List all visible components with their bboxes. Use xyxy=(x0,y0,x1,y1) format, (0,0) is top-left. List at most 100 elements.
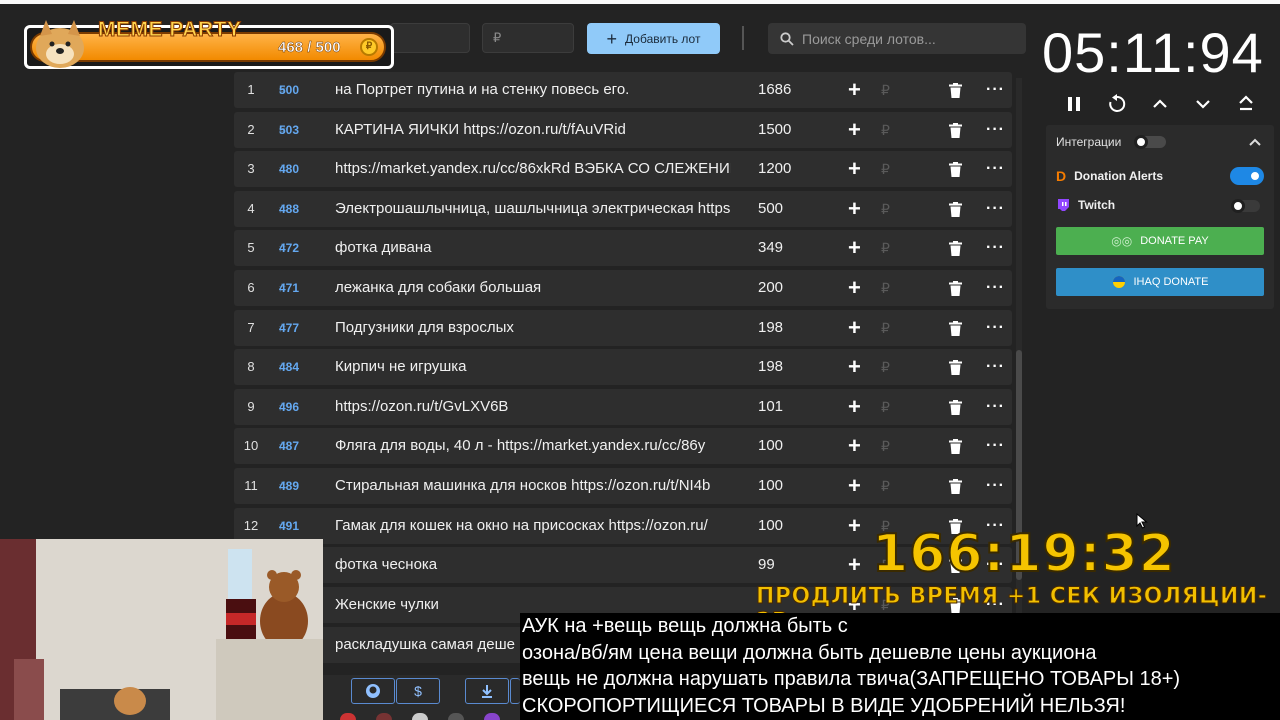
add-amount-button[interactable]: + xyxy=(848,428,861,464)
lot-amount: 198 xyxy=(758,358,784,375)
reset-button[interactable] xyxy=(1105,92,1129,116)
delete-button[interactable] xyxy=(949,360,962,380)
lot-name[interactable]: КАРТИНА ЯИЧКИ https://ozon.ru/t/fAuVRid xyxy=(335,112,731,148)
add-amount-button[interactable]: + xyxy=(848,112,861,148)
taskbar-icons xyxy=(340,713,520,720)
more-options-button[interactable]: ··· xyxy=(986,230,1005,266)
chevron-down-icon xyxy=(1196,100,1210,109)
lot-name[interactable]: Электрошашлычница, шашлычница электричес… xyxy=(335,191,731,227)
delete-button[interactable] xyxy=(949,400,962,420)
download-button[interactable] xyxy=(465,678,509,704)
lot-rank: 3 xyxy=(247,161,255,176)
toggle-knob xyxy=(1248,169,1262,183)
add-amount-button[interactable]: + xyxy=(848,191,861,227)
twitch-toggle[interactable] xyxy=(1231,199,1260,213)
lot-name[interactable]: на Портрет путина и на стенку повесь его… xyxy=(335,72,731,108)
add-amount-button[interactable]: + xyxy=(848,72,861,108)
lot-row: 3 #480 https://market.yandex.ru/cc/86xkR… xyxy=(234,151,1012,187)
search-input[interactable]: Поиск среди лотов... xyxy=(768,23,1026,54)
price-input[interactable]: ₽ xyxy=(482,23,574,53)
donate-link-button[interactable]: $ xyxy=(396,678,440,704)
add-amount-button[interactable]: + xyxy=(848,468,861,504)
more-options-button[interactable]: ··· xyxy=(986,310,1005,346)
add-amount-button[interactable]: + xyxy=(848,389,861,425)
meme-party-widget: MEME PARTY 468 / 500 ₽ xyxy=(24,18,396,72)
more-options-button[interactable]: ··· xyxy=(986,468,1005,504)
more-options-button[interactable]: ··· xyxy=(986,191,1005,227)
coin-icon: ₽ xyxy=(360,38,378,56)
integrations-toggle[interactable] xyxy=(1134,135,1166,149)
lot-name[interactable]: Подгузники для взрослых xyxy=(335,310,731,346)
add-amount-button[interactable]: + xyxy=(848,508,861,544)
add-amount-button[interactable]: + xyxy=(848,151,861,187)
decrease-time-button[interactable] xyxy=(1191,92,1215,116)
lot-name[interactable]: Гамак для кошек на окно на присосках htt… xyxy=(335,508,731,544)
amount-input[interactable]: ₽ xyxy=(881,428,890,464)
double-up-button[interactable] xyxy=(1234,92,1258,116)
delete-button[interactable] xyxy=(949,162,962,182)
lot-name[interactable]: https://ozon.ru/t/GvLXV6B xyxy=(335,389,731,425)
upload-button[interactable] xyxy=(510,678,520,704)
amount-input[interactable]: ₽ xyxy=(881,112,890,148)
collapse-icon[interactable] xyxy=(1249,138,1261,146)
increase-time-button[interactable] xyxy=(1148,92,1172,116)
ihaq-donate-button[interactable]: IHAQ DONATE xyxy=(1056,268,1264,296)
amount-input[interactable]: ₽ xyxy=(881,151,890,187)
trash-icon xyxy=(949,360,962,375)
delete-button[interactable] xyxy=(949,281,962,301)
lot-row: 9 #496 https://ozon.ru/t/GvLXV6B 101 + ₽… xyxy=(234,389,1012,425)
more-options-button[interactable]: ··· xyxy=(986,389,1005,425)
name-input[interactable] xyxy=(390,23,470,53)
integration-label: Twitch xyxy=(1078,198,1116,212)
amount-input[interactable]: ₽ xyxy=(881,468,890,504)
lot-row: 8 #484 Кирпич не игрушка 198 + ₽ ··· xyxy=(234,349,1012,385)
add-lot-button[interactable]: + Добавить лот xyxy=(587,23,720,54)
donation-alerts-toggle[interactable] xyxy=(1230,167,1264,185)
add-amount-button[interactable]: + xyxy=(848,310,861,346)
amount-input[interactable]: ₽ xyxy=(881,310,890,346)
add-lot-label: Добавить лот xyxy=(625,31,701,46)
add-amount-button[interactable]: + xyxy=(848,349,861,385)
lot-name[interactable]: фотка дивана xyxy=(335,230,731,266)
more-options-button[interactable]: ··· xyxy=(986,72,1005,108)
delete-button[interactable] xyxy=(949,321,962,341)
amount-input[interactable]: ₽ xyxy=(881,349,890,385)
delete-button[interactable] xyxy=(949,83,962,103)
lot-amount: 1686 xyxy=(758,81,792,98)
add-amount-button[interactable]: + xyxy=(848,230,861,266)
delete-button[interactable] xyxy=(949,479,962,499)
more-options-button[interactable]: ··· xyxy=(986,151,1005,187)
add-amount-button[interactable]: + xyxy=(848,270,861,306)
lot-name[interactable]: https://market.yandex.ru/cc/86xkRd ВЭБКА… xyxy=(335,151,731,187)
delete-button[interactable] xyxy=(949,123,962,143)
trash-icon xyxy=(949,479,962,494)
webcam-overlay xyxy=(0,539,323,720)
more-options-button[interactable]: ··· xyxy=(986,270,1005,306)
more-options-button[interactable]: ··· xyxy=(986,112,1005,148)
delete-button[interactable] xyxy=(949,202,962,222)
delete-button[interactable] xyxy=(949,439,962,459)
more-options-button[interactable]: ··· xyxy=(986,428,1005,464)
more-options-button[interactable]: ··· xyxy=(986,349,1005,385)
donate-pay-button[interactable]: ◎◎ DONATE PAY xyxy=(1056,227,1264,255)
github-button[interactable] xyxy=(351,678,395,704)
rules-line: озона/вб/ям цена вещи должна быть дешевл… xyxy=(522,641,1097,664)
lot-row: 11 #489 Стиральная машинка для носков ht… xyxy=(234,468,1012,504)
amount-input[interactable]: ₽ xyxy=(881,72,890,108)
amount-input[interactable]: ₽ xyxy=(881,270,890,306)
lot-row: 10 #487 Фляга для воды, 40 л - https://m… xyxy=(234,428,1012,464)
lot-name[interactable]: лежанка для собаки большая xyxy=(335,270,731,306)
toolbar-divider xyxy=(742,26,744,50)
add-amount-button[interactable]: + xyxy=(848,547,861,583)
rules-line: СКОРОПОРТИЩИЕСЯ ТОВАРЫ В ВИДЕ УДОБРЕНИЙ … xyxy=(522,694,1126,717)
amount-input[interactable]: ₽ xyxy=(881,389,890,425)
lot-name[interactable]: Кирпич не игрушка xyxy=(335,349,731,385)
chevron-up-icon xyxy=(1153,99,1167,108)
lot-name[interactable]: Стиральная машинка для носков https://oz… xyxy=(335,468,731,504)
amount-input[interactable]: ₽ xyxy=(881,230,890,266)
pause-button[interactable] xyxy=(1062,92,1086,116)
lot-name[interactable]: Фляга для воды, 40 л - https://market.ya… xyxy=(335,428,731,464)
lot-name[interactable]: фотка чеснока xyxy=(335,547,731,583)
delete-button[interactable] xyxy=(949,241,962,261)
amount-input[interactable]: ₽ xyxy=(881,191,890,227)
